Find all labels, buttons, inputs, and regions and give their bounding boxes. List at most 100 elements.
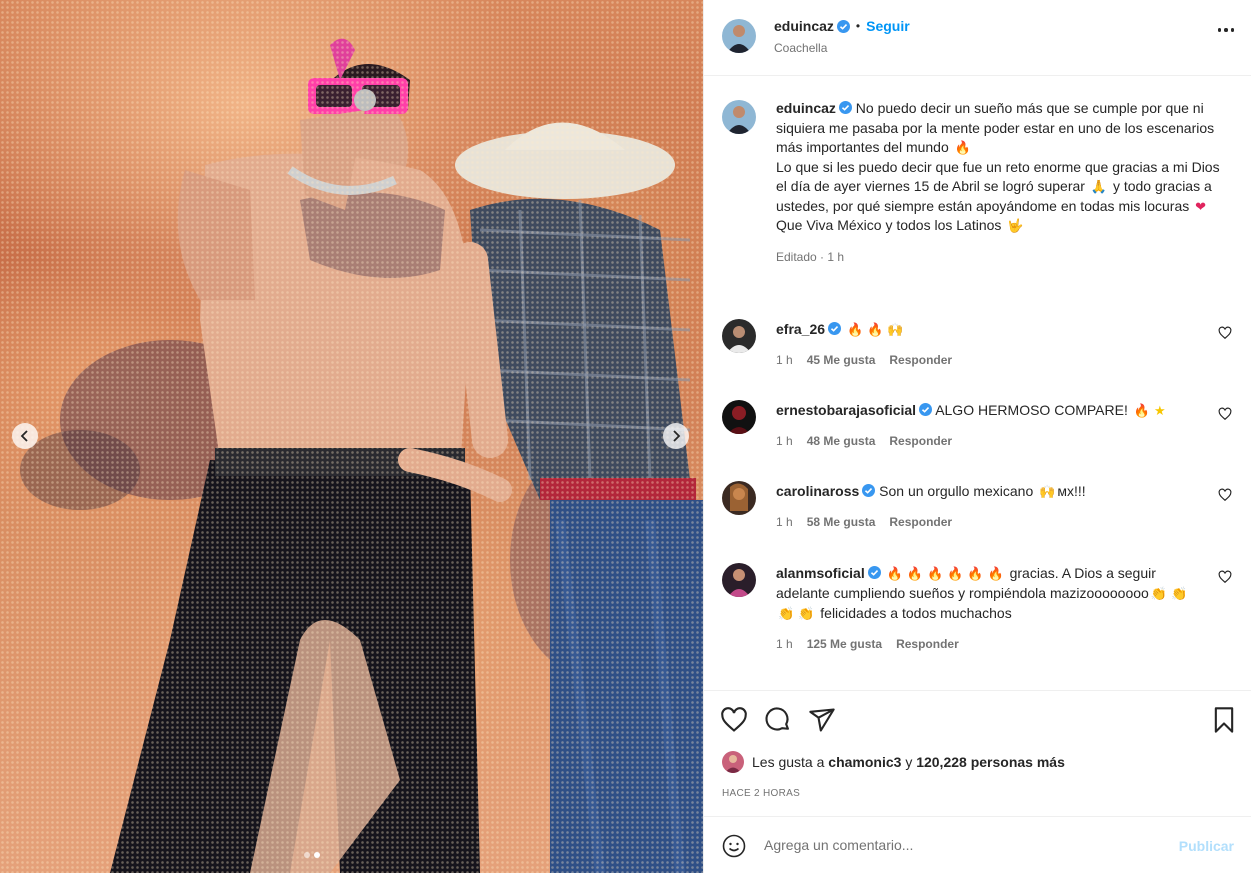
post-side-panel: eduincaz • Seguir Coachella eduincaz No …	[703, 0, 1251, 873]
comment-item: efra_26 🔥 🔥 🙌 1 h 45 Me gusta Responder	[722, 319, 1232, 367]
avatar[interactable]	[722, 481, 756, 515]
comment-input[interactable]: Agrega un comentario...	[764, 837, 913, 853]
comment-time[interactable]: 1 h	[776, 515, 793, 529]
likes-summary[interactable]: Les gusta a chamonic3 y 120,228 personas…	[722, 751, 1065, 773]
comment-text: carolinaross Son un orgullo mexicano 🙌 ᴍx…	[776, 481, 1232, 501]
verified-badge-icon	[836, 19, 850, 33]
post-actions: Les gusta a chamonic3 y 120,228 personas…	[704, 690, 1251, 816]
comment-username[interactable]: ernestobarajasoficial	[776, 402, 916, 418]
comment-text: efra_26 🔥 🔥 🙌	[776, 319, 1232, 339]
post-header: eduincaz • Seguir Coachella	[704, 0, 1251, 76]
next-photo-button[interactable]	[663, 423, 689, 449]
avatar[interactable]	[722, 563, 756, 597]
post-modal: eduincaz • Seguir Coachella eduincaz No …	[0, 0, 1251, 873]
verified-badge-icon	[867, 566, 881, 579]
comment-composer: Agrega un comentario... Publicar	[704, 816, 1251, 873]
clapping-hands-icon: 👏	[1171, 586, 1188, 601]
comment-username[interactable]: efra_26	[776, 321, 825, 337]
avatar[interactable]	[722, 751, 744, 773]
post-media[interactable]	[0, 0, 703, 873]
post-timestamp[interactable]: HACE 2 HORAS	[722, 788, 800, 799]
comment-meta: 1 h 125 Me gusta Responder	[776, 637, 1232, 651]
likes-count[interactable]: 120,228 personas más	[916, 754, 1065, 770]
comment-likes[interactable]: 58 Me gusta	[807, 515, 876, 529]
fire-icon: 🔥	[886, 566, 903, 581]
comments-section[interactable]: eduincaz No puedo decir un sueño más que…	[704, 77, 1251, 690]
comment-likes[interactable]: 125 Me gusta	[807, 637, 882, 651]
comment-time[interactable]: 1 h	[776, 353, 793, 367]
comment-likes[interactable]: 48 Me gusta	[807, 434, 876, 448]
share-icon[interactable]	[808, 706, 836, 734]
comment-likes[interactable]: 45 Me gusta	[807, 353, 876, 367]
raising-hands-icon: 🙌	[1039, 484, 1056, 499]
comment-username[interactable]: carolinaross	[776, 483, 859, 499]
star-icon: ★	[1153, 403, 1166, 418]
avatar[interactable]	[722, 19, 756, 53]
chevron-left-icon	[20, 430, 28, 442]
comment-time[interactable]: 1 h	[776, 434, 793, 448]
clapping-hands-icon: 👏	[778, 606, 795, 621]
reply-button[interactable]: Responder	[889, 434, 952, 448]
fire-icon: 🔥	[867, 322, 884, 337]
follow-button[interactable]: Seguir	[866, 18, 910, 34]
comment-item: carolinaross Son un orgullo mexicano 🙌 ᴍx…	[722, 481, 1232, 529]
comment-meta: 1 h 48 Me gusta Responder	[776, 434, 1232, 448]
separator-dot: •	[855, 19, 861, 33]
post-author-username[interactable]: eduincaz	[774, 18, 834, 34]
likes-prefix: Les gusta a	[752, 754, 825, 770]
comment-body: ALGO HERMOSO COMPARE!	[935, 402, 1128, 418]
comment-text: alanmsoficial 🔥 🔥 🔥 🔥 🔥 🔥 gracias. A Dios a s…	[776, 563, 1232, 623]
bookmark-icon[interactable]	[1210, 706, 1238, 734]
fire-icon: 🔥	[1133, 403, 1150, 418]
heart-icon[interactable]	[1218, 488, 1232, 502]
chevron-right-icon	[673, 430, 681, 442]
fire-icon: 🔥	[967, 566, 984, 581]
fire-icon: 🔥	[947, 566, 964, 581]
raising-hands-icon: 🙌	[887, 322, 904, 337]
heart-icon[interactable]	[1218, 407, 1232, 421]
caption-text: eduincaz No puedo decir un sueño más que…	[776, 99, 1232, 236]
carousel-dot	[304, 852, 310, 858]
verified-badge-icon	[862, 484, 876, 497]
comment-meta: 1 h 58 Me gusta Responder	[776, 515, 1232, 529]
comment-body-suffix: ᴍx!!!	[1057, 483, 1086, 499]
verified-badge-icon	[919, 403, 933, 416]
comment-icon[interactable]	[764, 706, 792, 734]
comment-meta: 1 h 45 Me gusta Responder	[776, 353, 1232, 367]
avatar[interactable]	[722, 319, 756, 353]
post-location[interactable]: Coachella	[774, 41, 827, 55]
carousel-indicator	[304, 852, 320, 858]
heart-icon[interactable]	[1218, 570, 1232, 584]
praying-hands-icon: 🙏	[1090, 179, 1108, 194]
more-options-icon[interactable]	[1217, 28, 1234, 32]
likes-join: y	[905, 754, 913, 770]
caption-meta: Editado · 1 h	[776, 249, 845, 264]
previous-photo-button[interactable]	[12, 423, 38, 449]
publish-button[interactable]: Publicar	[1179, 838, 1234, 854]
reply-button[interactable]: Responder	[896, 637, 959, 651]
concert-photo	[20, 38, 703, 873]
avatar[interactable]	[722, 100, 756, 134]
comment-time[interactable]: 1 h	[776, 637, 793, 651]
verified-badge-icon	[838, 101, 852, 114]
comment-body-suffix: felicidades a todos muchachos	[820, 605, 1012, 621]
comment-item: alanmsoficial 🔥 🔥 🔥 🔥 🔥 🔥 gracias. A Dios a s…	[722, 563, 1232, 651]
clapping-hands-icon: 👏	[1150, 586, 1167, 601]
clapping-hands-icon: 👏	[798, 606, 815, 621]
caption-line-3: Que Viva México y todos los Latinos	[776, 217, 1002, 233]
reply-button[interactable]: Responder	[889, 353, 952, 367]
emoji-icon[interactable]	[722, 834, 746, 858]
comment-username[interactable]: alanmsoficial	[776, 565, 865, 581]
comment-text: ernestobarajasoficial ALGO HERMOSO COMPA…	[776, 400, 1232, 420]
fire-icon: 🔥	[954, 140, 971, 155]
comment-body: Son un orgullo mexicano	[879, 483, 1034, 499]
verified-badge-icon	[828, 322, 842, 335]
heart-icon[interactable]	[1218, 326, 1232, 340]
avatar[interactable]	[722, 400, 756, 434]
red-heart-icon: ❤	[1195, 198, 1207, 214]
heart-icon[interactable]	[720, 706, 748, 734]
reply-button[interactable]: Responder	[889, 515, 952, 529]
caption-username[interactable]: eduincaz	[776, 100, 836, 116]
liked-by-user[interactable]: chamonic3	[828, 754, 901, 770]
carousel-dot-active	[314, 852, 320, 858]
